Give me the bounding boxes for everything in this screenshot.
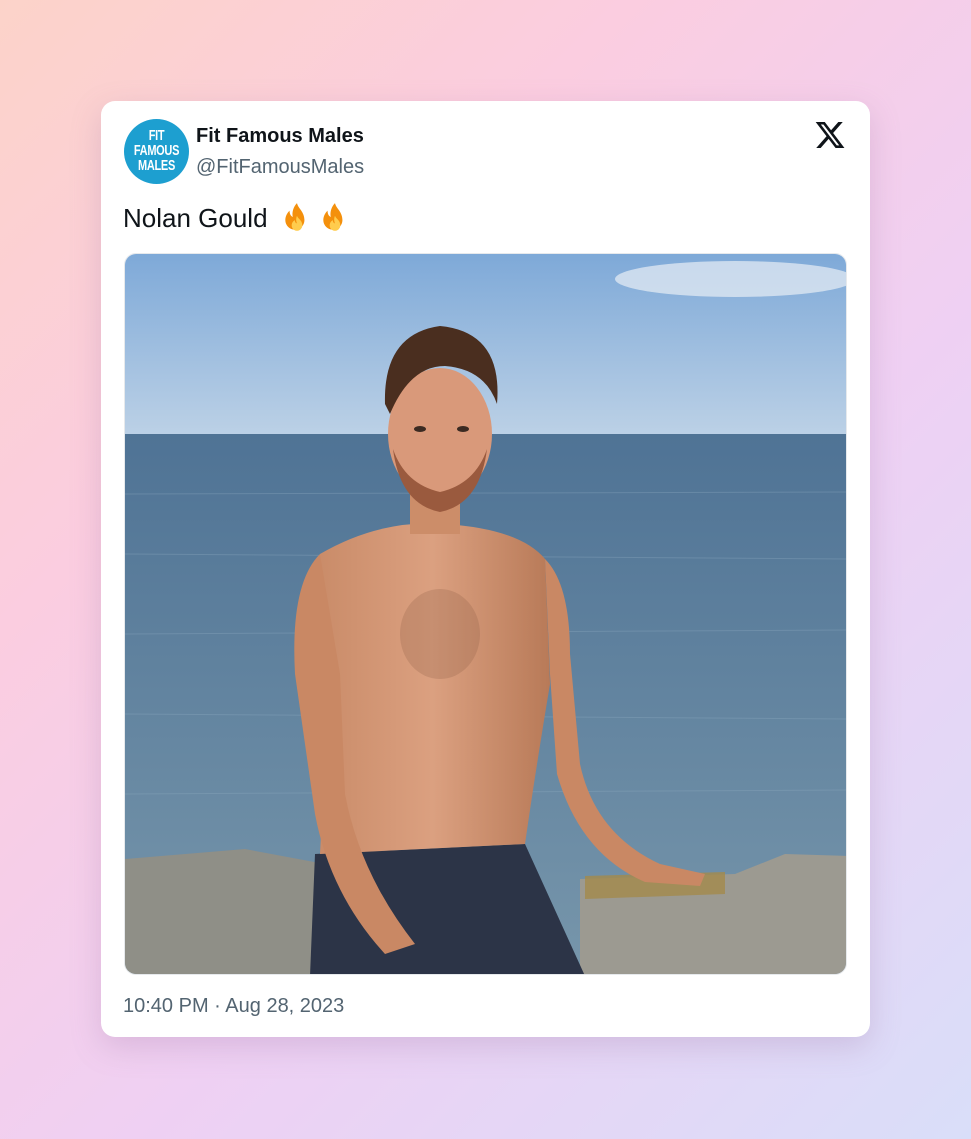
tweet-time: 10:40 PM: [123, 995, 209, 1017]
tweet-timestamp[interactable]: 10:40 PM · Aug 28, 2023: [123, 995, 344, 1018]
tweet-text: Nolan Gould: [123, 201, 352, 235]
avatar-text-line-2: FAMOUS: [133, 142, 180, 159]
fire-icon: [284, 203, 304, 231]
avatar-text-line-1: FIT: [148, 127, 165, 144]
fire-icon: [322, 203, 342, 231]
author-display-name[interactable]: Fit Famous Males: [196, 125, 364, 148]
photo-illustration: [125, 254, 846, 974]
avatar[interactable]: FIT FAMOUS MALES: [124, 119, 189, 184]
timestamp-separator: ·: [214, 995, 221, 1017]
tweet-card[interactable]: FIT FAMOUS MALES Fit Famous Males @FitFa…: [101, 101, 870, 1037]
tweet-date: Aug 28, 2023: [225, 995, 345, 1017]
author-handle[interactable]: @FitFamousMales: [196, 156, 364, 179]
tweet-text-content: Nolan Gould: [123, 202, 268, 233]
x-logo-icon[interactable]: [814, 119, 846, 151]
avatar-text-line-3: MALES: [137, 157, 175, 174]
tweet-photo[interactable]: [124, 253, 847, 975]
